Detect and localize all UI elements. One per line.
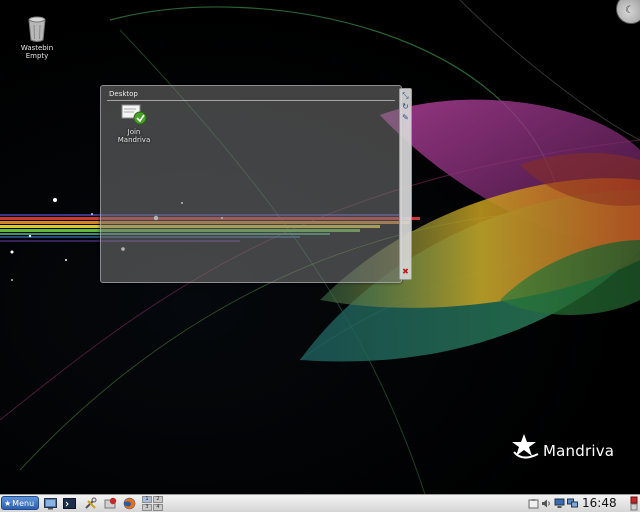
- software-update-icon[interactable]: [104, 497, 117, 510]
- trash-can-icon: [28, 16, 46, 42]
- updates-icon[interactable]: [630, 496, 638, 511]
- applet-handle[interactable]: ⤡ ↻ ✎ ✖: [399, 88, 412, 280]
- pager-desktop-2[interactable]: 2: [153, 496, 163, 503]
- mandriva-logo-text: Mandriva: [543, 442, 615, 460]
- system-tools-icon[interactable]: [84, 497, 97, 510]
- pager-desktop-3[interactable]: 3: [142, 504, 152, 511]
- menu-button-label: Menu: [12, 499, 35, 508]
- trash-label-line2: Empty: [25, 52, 49, 60]
- pager-desktop-4[interactable]: 4: [153, 504, 163, 511]
- volume-icon[interactable]: [541, 498, 552, 509]
- mandriva-star-icon: [512, 434, 539, 459]
- network-icon[interactable]: [554, 498, 565, 509]
- join-mandriva-document-icon: [121, 104, 147, 125]
- display-icon[interactable]: [567, 498, 578, 509]
- folder-view-widget[interactable]: Desktop Join Mandriva: [100, 85, 402, 283]
- desktop[interactable]: Wastebin Empty Desktop Join Mandriva ⤡ ↻…: [0, 0, 640, 512]
- rotate-icon[interactable]: ↻: [401, 102, 410, 111]
- pager-desktop-1[interactable]: 1: [142, 496, 152, 503]
- join-mandriva-label-line1: Join: [127, 128, 141, 136]
- close-icon[interactable]: ✖: [401, 267, 410, 276]
- virtual-desktop-pager[interactable]: 1 2 3 4: [142, 496, 164, 511]
- join-mandriva-item[interactable]: Join Mandriva: [104, 104, 164, 144]
- join-mandriva-label-line2: Mandriva: [117, 136, 151, 144]
- trash-label-line1: Wastebin: [20, 44, 54, 52]
- resize-icon[interactable]: ⤡: [401, 91, 410, 100]
- folder-view-divider: [107, 100, 395, 101]
- show-desktop-icon[interactable]: [44, 497, 57, 510]
- toolbox-icon: ☾: [625, 5, 634, 16]
- terminal-icon[interactable]: [63, 497, 76, 510]
- taskbar: ★Menu 1 2 3 4 16:48: [0, 494, 640, 512]
- firefox-icon[interactable]: [123, 497, 136, 510]
- folder-view-title: Desktop: [109, 90, 138, 98]
- clock[interactable]: 16:48: [582, 496, 617, 511]
- clipboard-icon[interactable]: [528, 498, 539, 509]
- mandriva-star-small-icon: ★: [4, 499, 12, 508]
- configure-icon[interactable]: ✎: [401, 113, 410, 122]
- menu-button[interactable]: ★Menu: [1, 496, 39, 510]
- trash-desktop-icon[interactable]: Wastebin Empty: [7, 16, 67, 60]
